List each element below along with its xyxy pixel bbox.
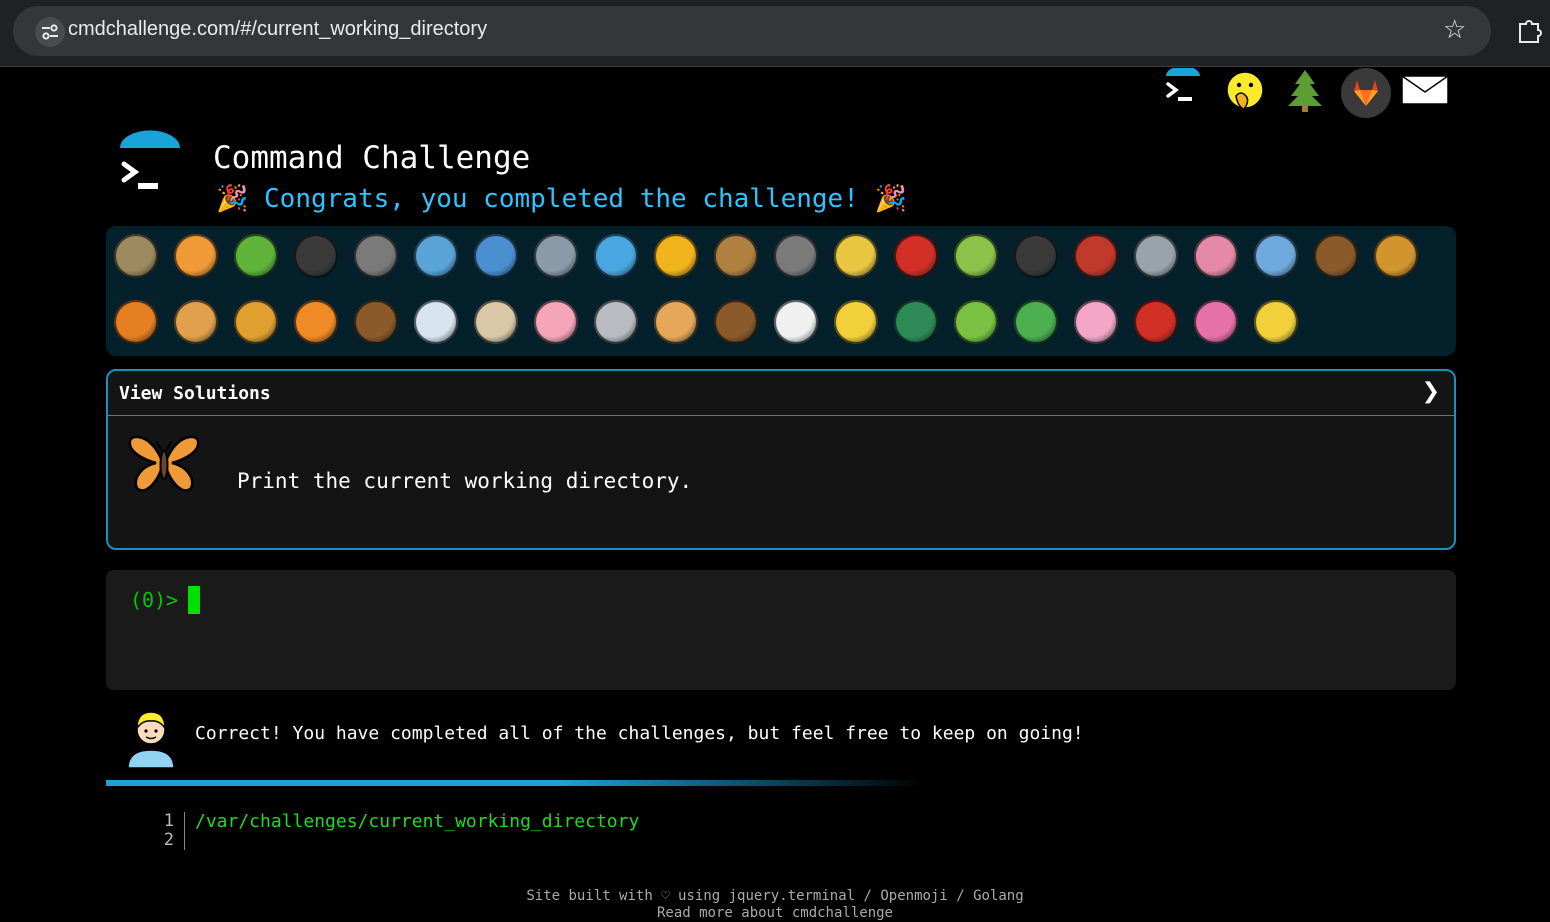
microbe-icon[interactable]: [1254, 234, 1298, 278]
lady-beetle-icon[interactable]: [894, 234, 938, 278]
dragon-icon[interactable]: [1014, 300, 1058, 344]
scorpion-icon[interactable]: [1074, 234, 1118, 278]
butterfly-icon[interactable]: [174, 234, 218, 278]
dolphin-icon[interactable]: [474, 234, 518, 278]
fish-icon[interactable]: [594, 234, 638, 278]
peacock-icon[interactable]: [894, 300, 938, 344]
caterpillar-icon[interactable]: [234, 234, 278, 278]
footer-credits: Site built with ♡ using jquery.terminal …: [526, 888, 1024, 904]
cherry-blossom-icon[interactable]: [1074, 300, 1118, 344]
bookmark-star-icon[interactable]: ☆: [1443, 15, 1466, 45]
achievement-badges: [106, 226, 1456, 356]
tropical-fish-icon[interactable]: [654, 234, 698, 278]
evergreen-tree-icon[interactable]: [1282, 68, 1328, 114]
party-popper-icon: 🎉: [216, 184, 249, 214]
url-text[interactable]: cmdchallenge.com/#/current_working_direc…: [68, 18, 487, 41]
tiger-icon[interactable]: [294, 300, 338, 344]
rose-icon[interactable]: [1134, 300, 1178, 344]
ant-icon[interactable]: [294, 234, 338, 278]
cat-icon[interactable]: [174, 300, 218, 344]
cricket-icon[interactable]: [954, 234, 998, 278]
cow-icon[interactable]: [474, 300, 518, 344]
line-number: 2: [163, 830, 174, 850]
hatching-chick-icon[interactable]: [834, 300, 878, 344]
terminal-input[interactable]: (0)>: [106, 570, 1456, 690]
bee-icon[interactable]: [834, 234, 878, 278]
wolf-icon[interactable]: [774, 234, 818, 278]
page-title: Command Challenge: [213, 140, 531, 176]
terminal-prompt: (0)>: [130, 588, 179, 612]
site-logo-icon: [112, 130, 186, 204]
party-popper-icon: 🎉: [874, 184, 907, 214]
blowfish-icon[interactable]: [714, 234, 758, 278]
fly-icon[interactable]: [1134, 234, 1178, 278]
congrats-message: 🎉 Congrats, you completed the challenge!…: [216, 184, 907, 214]
challenge-panel: View Solutions ❯ Print the current worki…: [106, 369, 1456, 550]
spider-web-icon[interactable]: [354, 234, 398, 278]
challenge-description: Print the current working directory.: [237, 469, 693, 493]
browser-toolbar: cmdchallenge.com/#/current_working_direc…: [0, 0, 1550, 67]
unicorn-icon[interactable]: [414, 300, 458, 344]
face-with-hand-over-mouth-icon[interactable]: [1222, 68, 1268, 114]
frog-icon[interactable]: [954, 300, 998, 344]
fox-icon[interactable]: [114, 300, 158, 344]
line-number: 1: [163, 811, 174, 831]
hamster-icon[interactable]: [654, 300, 698, 344]
person-icon: [122, 704, 180, 769]
site-info-icon[interactable]: [35, 17, 65, 47]
view-solutions-label: View Solutions: [119, 383, 271, 404]
lion-icon[interactable]: [234, 300, 278, 344]
hibiscus-icon[interactable]: [1194, 300, 1238, 344]
dog-icon[interactable]: [1374, 234, 1418, 278]
blossom-icon[interactable]: [1254, 300, 1298, 344]
pig-icon[interactable]: [534, 300, 578, 344]
mouse-icon[interactable]: [594, 300, 638, 344]
line-numbers: 1 2: [150, 812, 185, 850]
progress-divider: [106, 780, 926, 786]
result-message: Correct! You have completed all of the c…: [195, 723, 1084, 744]
envelope-icon[interactable]: [1400, 68, 1449, 114]
gitlab-icon[interactable]: [1341, 68, 1391, 118]
view-solutions-toggle[interactable]: View Solutions ❯: [108, 371, 1454, 416]
extensions-icon[interactable]: [1516, 16, 1544, 48]
worm-icon[interactable]: [1194, 234, 1238, 278]
command-output: /var/challenges/current_working_director…: [195, 811, 640, 832]
spider-icon[interactable]: [1014, 234, 1058, 278]
terminal-cursor: [188, 586, 200, 614]
shark-icon[interactable]: [534, 234, 578, 278]
address-bar[interactable]: cmdchallenge.com/#/current_working_direc…: [13, 6, 1491, 56]
snail-icon[interactable]: [114, 234, 158, 278]
whale-icon[interactable]: [414, 234, 458, 278]
butterfly-icon: [124, 431, 204, 497]
bear-icon[interactable]: [714, 300, 758, 344]
horse-icon[interactable]: [354, 300, 398, 344]
footer-read-more-link[interactable]: Read more about cmdchallenge: [0, 905, 1550, 922]
congrats-text: Congrats, you completed the challenge!: [264, 184, 859, 214]
monkey-icon[interactable]: [1314, 234, 1358, 278]
terminal-icon[interactable]: [1160, 66, 1206, 114]
panda-icon[interactable]: [774, 300, 818, 344]
chevron-right-icon[interactable]: ❯: [1422, 379, 1440, 404]
